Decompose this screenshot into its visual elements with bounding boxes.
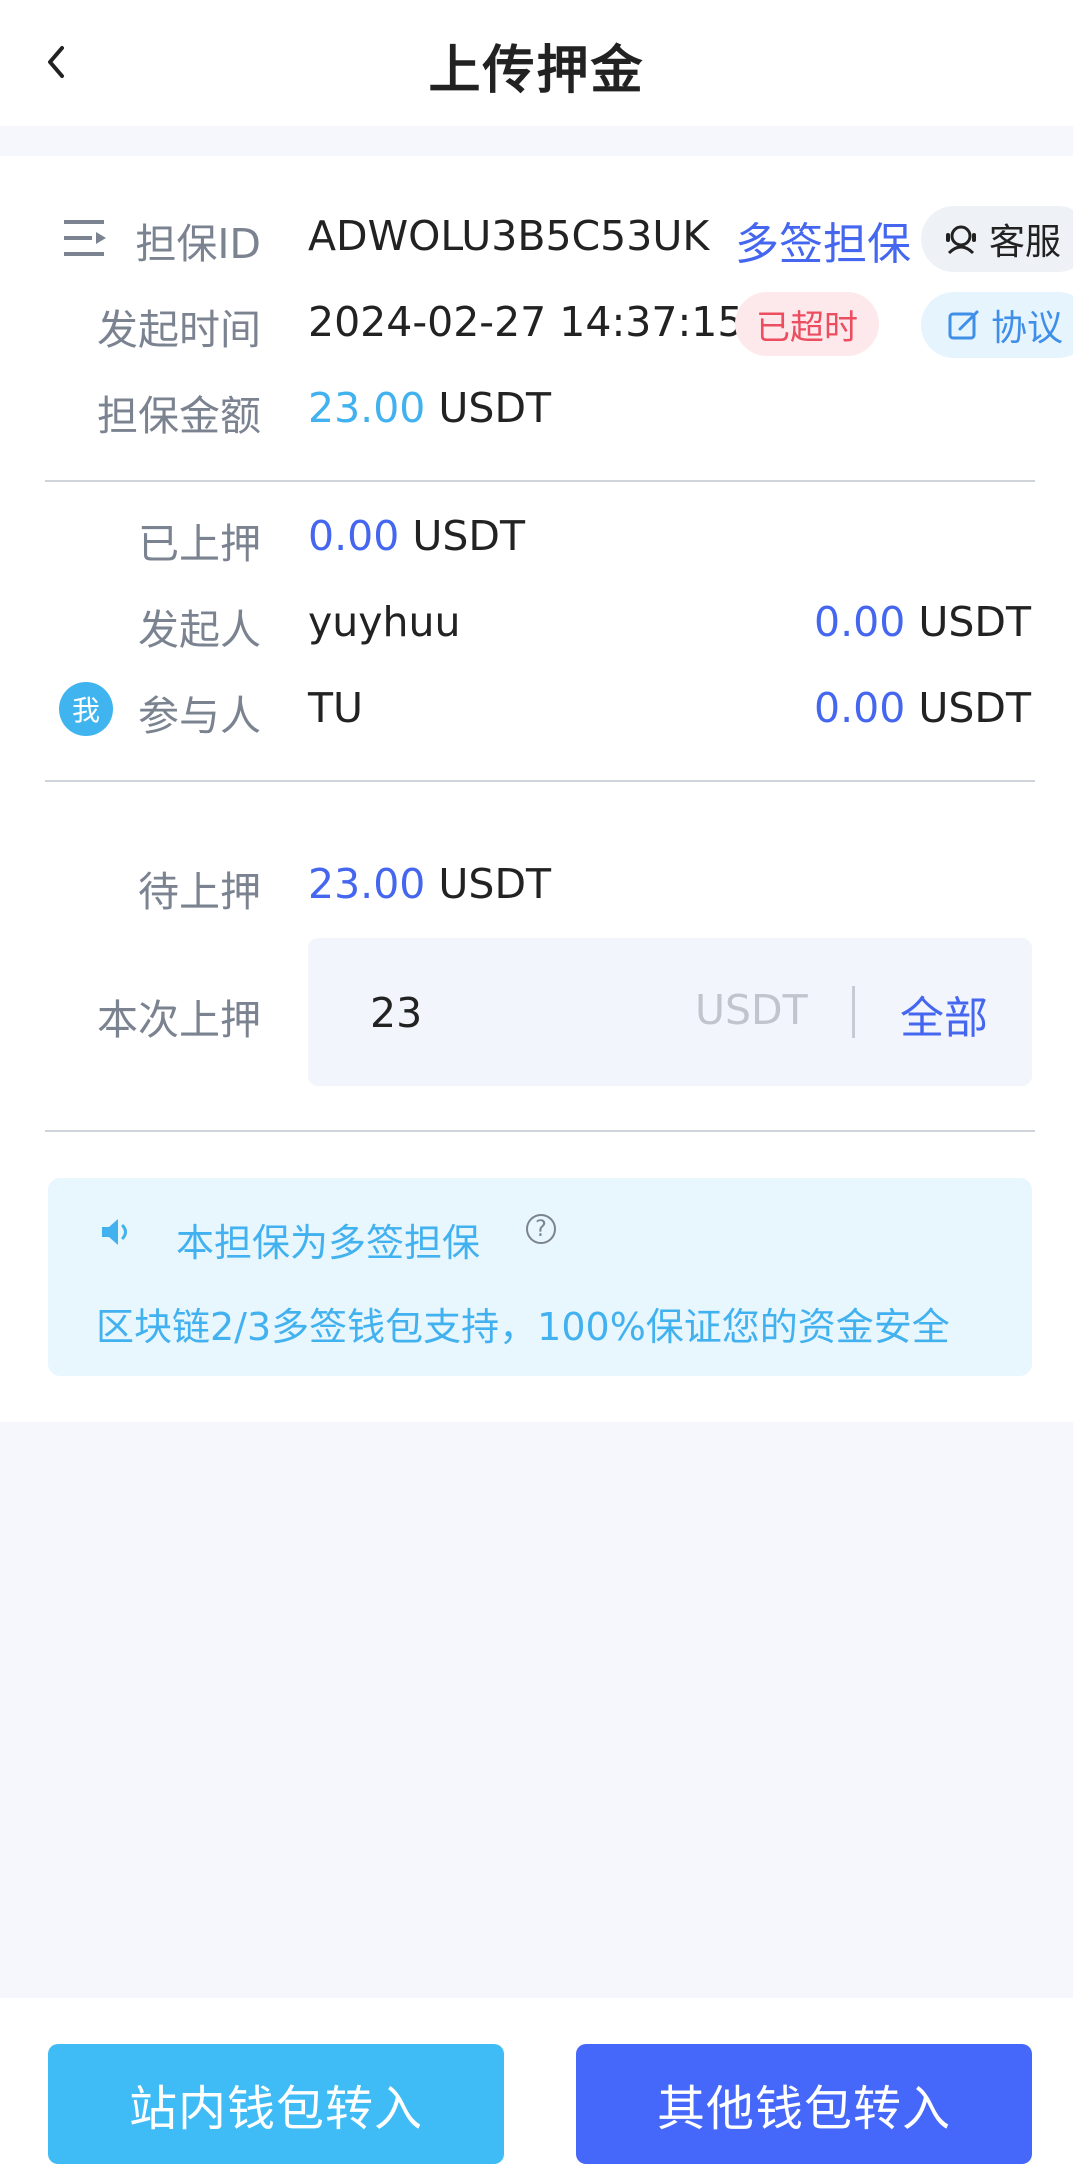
bottom-action-bar: 站内钱包转入 其他钱包转入 xyxy=(0,1998,1073,2177)
page-title: 上传押金 xyxy=(428,41,645,101)
edit-icon xyxy=(948,310,979,340)
menu-icon[interactable] xyxy=(64,218,108,258)
divider xyxy=(45,1130,1035,1132)
initiator-amount: 0.00 USDT xyxy=(814,598,1031,646)
pending-amount: 23.00 USDT xyxy=(308,860,551,908)
participant-name: TU xyxy=(308,684,364,732)
deposited-label: 已上押 xyxy=(138,520,261,568)
deposited-unit: USDT xyxy=(412,512,525,560)
multisig-tag: 多签担保 xyxy=(735,219,911,270)
pending-unit: USDT xyxy=(438,860,552,908)
divider xyxy=(45,780,1035,782)
inner-wallet-transfer-button[interactable]: 站内钱包转入 xyxy=(48,2044,504,2164)
other-wallet-transfer-button[interactable]: 其他钱包转入 xyxy=(576,2044,1032,2164)
current-deposit-label: 本次上押 xyxy=(97,996,261,1044)
guarantee-amount-unit: USDT xyxy=(438,384,552,432)
customer-service-button[interactable]: 客服 xyxy=(921,206,1073,272)
initiator-amount-unit: USDT xyxy=(918,598,1031,646)
divider xyxy=(45,480,1035,482)
start-time-value: 2024-02-27 14:37:15 xyxy=(308,298,744,346)
participant-amount-unit: USDT xyxy=(918,684,1031,732)
multisig-notice: 本担保为多签担保 ? 区块链2/3多签钱包支持，100%保证您的资金安全 xyxy=(48,1178,1032,1376)
input-separator xyxy=(852,986,855,1038)
notice-description: 区块链2/3多签钱包支持，100%保证您的资金安全 xyxy=(96,1305,950,1349)
me-badge: 我 xyxy=(59,682,113,736)
initiator-amount-value: 0.00 xyxy=(814,598,906,646)
deposit-amount-field: USDT 全部 xyxy=(308,938,1032,1086)
guarantee-id-label: 担保ID xyxy=(135,220,261,268)
top-bar: 上传押金 xyxy=(0,0,1073,126)
participant-amount: 0.00 USDT xyxy=(814,684,1031,732)
start-time-label: 发起时间 xyxy=(97,306,261,354)
guarantee-amount: 23.00 USDT xyxy=(308,384,551,432)
participant-amount-value: 0.00 xyxy=(814,684,906,732)
guarantee-amount-label: 担保金额 xyxy=(97,392,261,440)
guarantee-amount-value: 23.00 xyxy=(308,384,426,432)
status-badge: 已超时 xyxy=(735,292,879,356)
participant-label: 参与人 xyxy=(138,692,261,740)
deposit-amount-input[interactable] xyxy=(368,982,652,1044)
notice-title: 本担保为多签担保 xyxy=(176,1221,481,1265)
protocol-button[interactable]: 协议 xyxy=(921,292,1073,358)
speaker-icon xyxy=(102,1219,127,1245)
pending-label: 待上押 xyxy=(138,868,261,916)
protocol-label: 协议 xyxy=(991,308,1064,349)
help-icon[interactable]: ? xyxy=(526,1214,556,1244)
headset-icon xyxy=(946,225,976,255)
all-button[interactable]: 全部 xyxy=(900,982,988,1046)
pending-value: 23.00 xyxy=(308,860,426,908)
deposited-amount: 0.00 USDT xyxy=(308,512,525,560)
customer-service-label: 客服 xyxy=(989,222,1062,263)
initiator-name: yuyhuu xyxy=(308,598,461,646)
guarantee-id-value: ADWOLU3B5C53UK xyxy=(308,212,710,260)
input-unit: USDT xyxy=(695,986,808,1034)
deposited-value: 0.00 xyxy=(308,512,400,560)
initiator-label: 发起人 xyxy=(138,606,261,654)
